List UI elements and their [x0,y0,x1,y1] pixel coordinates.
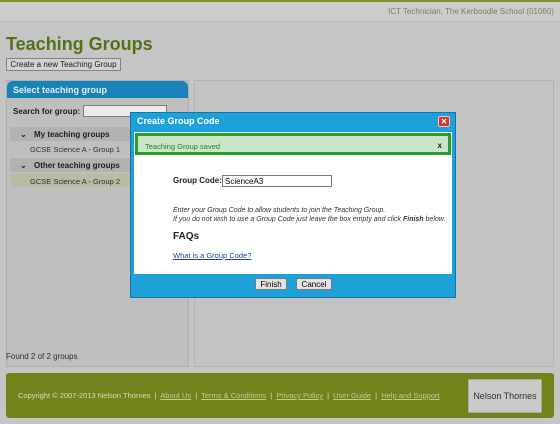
faqs-heading: FAQs [173,231,200,242]
finish-button[interactable]: Finish [255,278,287,290]
faq-link[interactable]: What is a Group Code? [173,251,251,260]
instructions: Enter your Group Code to allow students … [173,206,445,224]
create-group-code-dialog: Create Group Code ✕ Teaching Group saved… [130,112,456,298]
group-code-label: Group Code: [173,176,222,185]
group-code-input[interactable] [222,175,332,187]
dialog-title: Create Group Code [137,116,220,126]
alert-dismiss-button[interactable]: x [438,141,442,150]
success-alert: Teaching Group saved x [135,133,451,155]
instruction-line-2: If you do not wish to use a Group Code j… [173,216,446,223]
dialog-body: Teaching Group saved x Group Code: Enter… [134,132,452,274]
cancel-button[interactable]: Cancel [296,278,332,290]
alert-message: Teaching Group saved [145,142,221,151]
instruction-line-1: Enter your Group Code to allow students … [173,207,386,214]
close-icon[interactable]: ✕ [438,116,450,127]
